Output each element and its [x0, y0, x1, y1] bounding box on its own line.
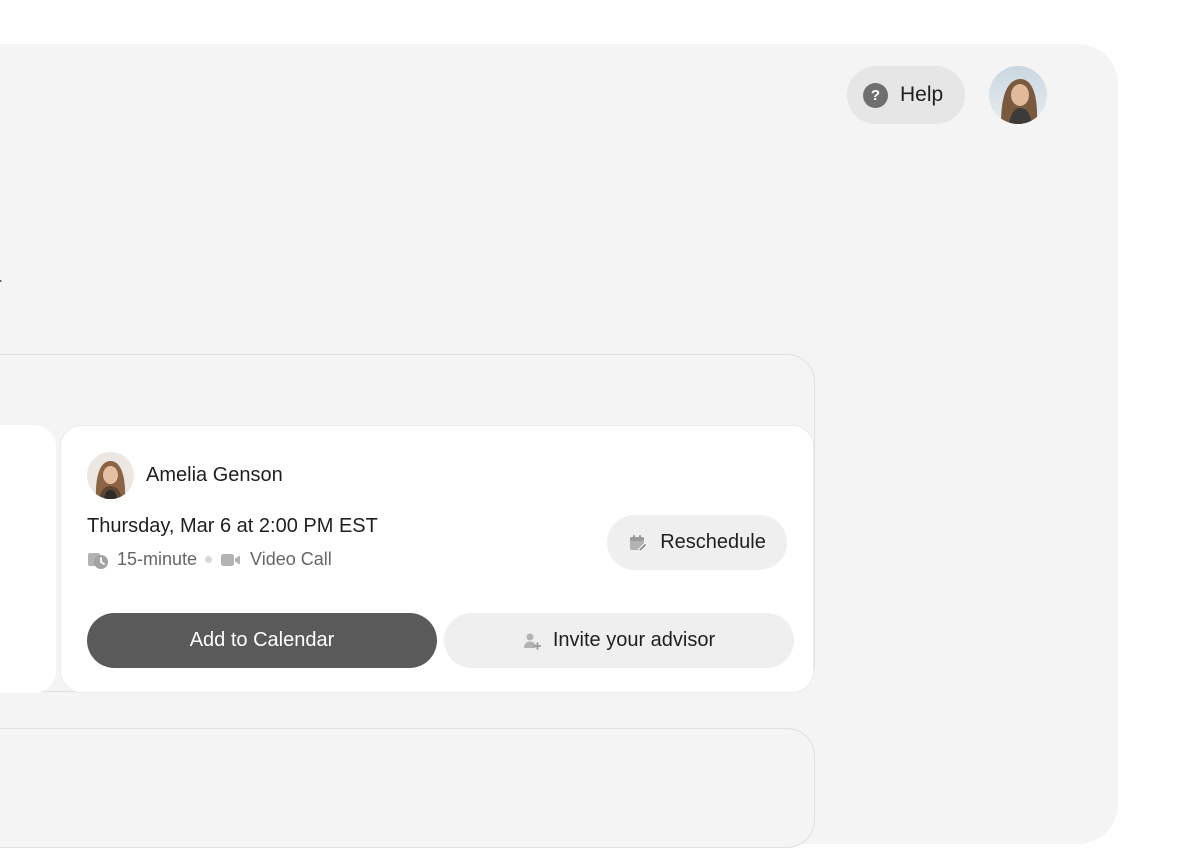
meeting-type-text: Video Call [250, 549, 332, 569]
clock-icon [88, 552, 108, 569]
advisor-avatar-image [87, 452, 134, 499]
reschedule-label: Reschedule [660, 531, 766, 553]
reschedule-button[interactable]: Reschedule [607, 515, 787, 570]
separator-dot [205, 556, 213, 563]
advisor-name: Amelia Genson [146, 464, 283, 486]
invite-advisor-label: Invite your advisor [552, 629, 716, 651]
appointment-card: Amelia Genson Thursday, Mar 6 at 2:00 PM… [60, 425, 814, 693]
previous-appointment-card [0, 425, 56, 693]
appointment-datetime: Thursday, Mar 6 at 2:00 PM EST [87, 515, 378, 537]
advisor-avatar [87, 452, 134, 499]
calendar-edit-icon [630, 534, 648, 551]
invite-advisor-button[interactable]: Invite your advisor [444, 613, 794, 668]
add-to-calendar-button[interactable]: Add to Calendar [87, 613, 437, 668]
add-user-icon [523, 633, 541, 650]
help-label: Help [900, 83, 944, 106]
user-avatar[interactable] [989, 66, 1047, 124]
user-avatar-image [989, 66, 1047, 124]
video-camera-icon [221, 553, 241, 566]
add-to-calendar-label: Add to Calendar [189, 629, 335, 651]
intro-text-fragment: . [0, 266, 3, 287]
next-section-card [0, 728, 815, 848]
help-button[interactable]: ? Help [847, 66, 965, 124]
appointment-meta: 15-minute Video Call [87, 549, 332, 570]
question-circle-icon: ? [863, 82, 888, 108]
duration-text: 15-minute [117, 549, 198, 569]
